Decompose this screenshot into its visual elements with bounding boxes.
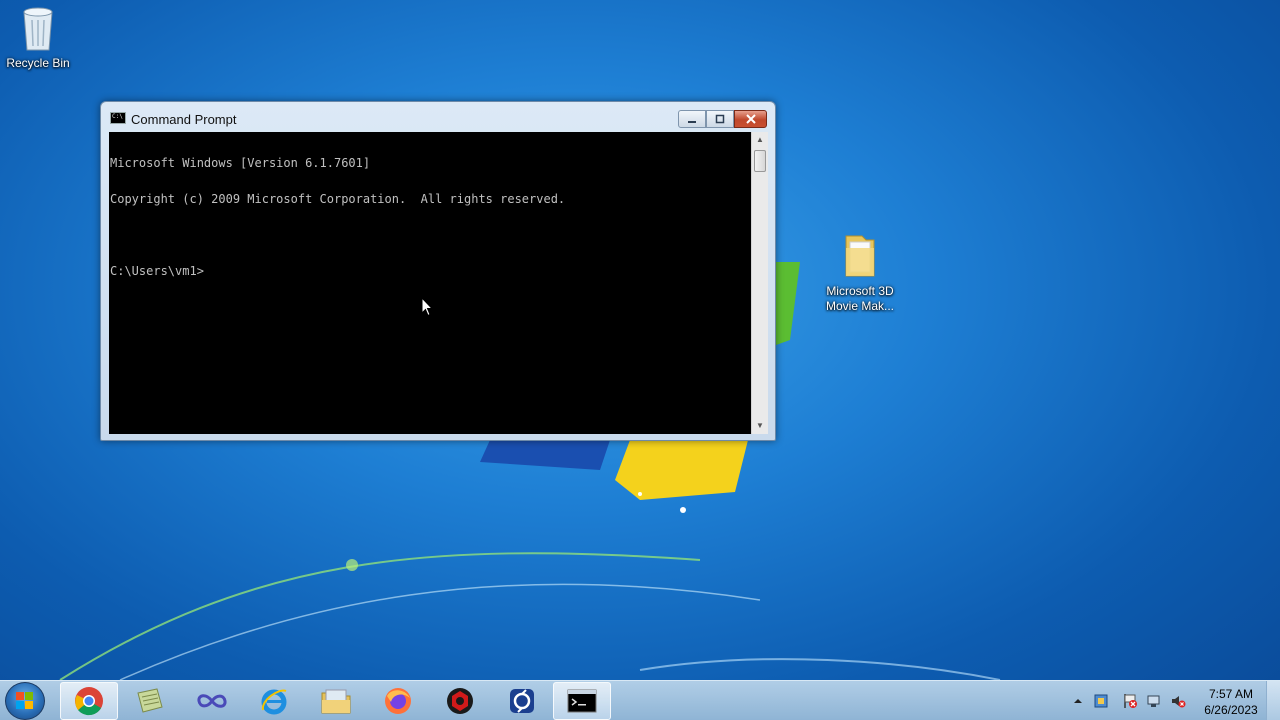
volume-muted-icon[interactable] <box>1170 693 1186 709</box>
taskbar-blue-app[interactable] <box>493 682 551 720</box>
windows-logo-icon <box>16 692 33 709</box>
movie-maker-folder-label: Microsoft 3D Movie Mak... <box>825 284 894 313</box>
console-line: Copyright (c) 2009 Microsoft Corporation… <box>110 192 566 206</box>
vertical-scrollbar[interactable]: ▲ ▼ <box>751 132 768 434</box>
infinity-app-icon <box>197 694 227 708</box>
recycle-bin-icon <box>23 7 53 51</box>
close-button[interactable] <box>734 110 767 128</box>
network-app-icon[interactable] <box>1093 693 1109 709</box>
recycle-bin-desktop-icon[interactable]: Recycle Bin <box>0 6 76 71</box>
taskbar-command-prompt[interactable] <box>553 682 611 720</box>
show-desktop-button[interactable] <box>1266 681 1280 720</box>
firefox-icon <box>385 688 411 714</box>
chrome-icon <box>75 687 103 716</box>
command-prompt-icon <box>567 689 597 713</box>
close-icon <box>745 114 756 124</box>
window-titlebar[interactable]: Command Prompt <box>101 102 775 132</box>
command-prompt-icon <box>110 112 126 124</box>
folder-icon <box>845 235 875 277</box>
start-button[interactable] <box>5 682 45 720</box>
window-title: Command Prompt <box>131 112 237 127</box>
console-prompt-line: C:\Users\vm1> <box>110 264 204 278</box>
command-prompt-window[interactable]: Command Prompt Microsoft Windows [Versio… <box>100 101 776 441</box>
taskbar-firefox[interactable] <box>369 682 427 720</box>
taskbar-file-explorer[interactable] <box>307 682 365 720</box>
movie-maker-folder-desktop-icon[interactable]: Microsoft 3D Movie Mak... <box>822 232 898 314</box>
clock-time: 7:57 AM <box>1208 687 1254 701</box>
minimize-button[interactable] <box>678 110 706 128</box>
taskbar-internet-explorer[interactable] <box>245 682 303 720</box>
minimize-icon <box>688 121 696 123</box>
file-explorer-icon <box>321 689 351 714</box>
scrollbar-thumb[interactable] <box>754 150 766 172</box>
maximize-icon <box>715 114 725 124</box>
taskbar-red-app[interactable] <box>431 682 489 720</box>
maximize-button[interactable] <box>706 110 734 128</box>
console-output[interactable]: Microsoft Windows [Version 6.1.7601] Cop… <box>109 132 751 434</box>
action-center-icon[interactable] <box>1122 693 1138 709</box>
notepad-icon <box>137 688 163 713</box>
recycle-bin-label: Recycle Bin <box>6 56 70 70</box>
network-icon[interactable] <box>1146 693 1162 709</box>
clock[interactable]: 7:57 AM 6/26/2023 <box>1200 686 1262 718</box>
scroll-down-arrow-icon[interactable]: ▼ <box>752 418 768 434</box>
clock-date: 6/26/2023 <box>1204 703 1258 717</box>
window-controls <box>678 110 767 128</box>
scroll-up-arrow-icon[interactable]: ▲ <box>752 132 768 148</box>
mouse-cursor-icon <box>421 297 433 317</box>
internet-explorer-icon <box>261 689 287 715</box>
blue-app-icon <box>510 689 534 713</box>
show-hidden-icons-icon[interactable] <box>1070 693 1086 709</box>
console-line: Microsoft Windows [Version 6.1.7601] <box>110 156 371 170</box>
red-app-icon <box>447 688 473 714</box>
system-tray <box>1066 681 1196 720</box>
taskbar-notepad[interactable] <box>121 682 179 720</box>
taskbar-chrome[interactable] <box>60 682 118 720</box>
taskbar: 7:57 AM 6/26/2023 <box>0 680 1280 720</box>
taskbar-infinity-app[interactable] <box>183 682 241 720</box>
